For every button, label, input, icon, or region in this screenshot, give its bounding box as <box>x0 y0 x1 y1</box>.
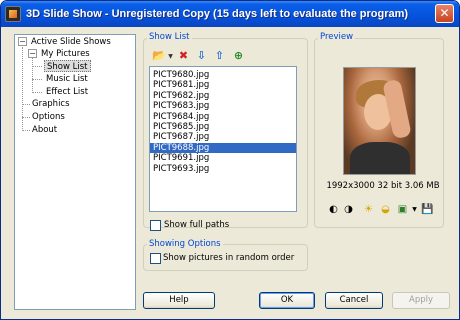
show-full-paths-label: Show full paths <box>164 220 230 230</box>
image-menu-icon[interactable]: ▣ <box>397 204 408 215</box>
chevron-down-icon[interactable]: ▼ <box>164 50 177 63</box>
tree-line <box>22 130 30 131</box>
apply-button[interactable]: Apply <box>392 292 450 309</box>
window-title: 3D Slide Show - Unregistered Copy (15 da… <box>26 8 409 20</box>
list-item[interactable]: PICT9693.jpg <box>150 164 296 174</box>
close-icon: ✕ <box>439 6 450 20</box>
list-item[interactable]: PICT9682.jpg <box>150 91 296 101</box>
rotate-left-icon[interactable]: ◐ <box>328 204 339 215</box>
add-picture-icon[interactable]: ⊕ <box>232 49 245 62</box>
preview-image-shirt <box>350 142 410 174</box>
list-item[interactable]: PICT9691.jpg <box>150 153 296 163</box>
tree-line <box>32 92 42 93</box>
file-list[interactable]: PICT9680.jpg PICT9681.jpg PICT9682.jpg P… <box>149 66 297 212</box>
tree-item-options[interactable]: Options <box>32 111 65 123</box>
show-list-group-label: Show List <box>147 32 192 42</box>
help-button[interactable]: Help <box>143 292 215 309</box>
list-item-selected[interactable]: PICT9688.jpg <box>150 142 296 154</box>
tree-line <box>22 47 23 131</box>
tree-item-about[interactable]: About <box>32 124 57 136</box>
contrast-icon[interactable]: ◒ <box>380 204 391 215</box>
move-down-icon[interactable]: ⇩ <box>195 49 208 62</box>
list-item[interactable]: PICT9681.jpg <box>150 80 296 90</box>
move-up-icon[interactable]: ⇧ <box>213 49 226 62</box>
tree-line <box>32 57 33 93</box>
show-full-paths-checkbox[interactable] <box>150 220 161 231</box>
chevron-down-icon[interactable]: ▼ <box>409 204 420 215</box>
list-item[interactable]: PICT9680.jpg <box>150 70 296 80</box>
list-item[interactable]: PICT9685.jpg <box>150 122 296 132</box>
preview-group-label: Preview <box>318 32 356 42</box>
random-order-checkbox[interactable] <box>150 253 161 264</box>
tree-line <box>22 104 30 105</box>
tree-line <box>22 117 30 118</box>
list-item[interactable]: PICT9687.jpg <box>150 132 296 142</box>
preview-image <box>343 67 416 175</box>
title-bar[interactable]: 3D Slide Show - Unregistered Copy (15 da… <box>1 1 459 27</box>
tree-item-effect-list[interactable]: Effect List <box>46 86 88 98</box>
tree-item-music-list[interactable]: Music List <box>46 73 88 85</box>
ok-button[interactable]: OK <box>259 292 315 309</box>
tree-line <box>32 66 42 67</box>
tree-item-active-slide-shows[interactable]: Active Slide Shows <box>31 36 111 48</box>
tree-item-graphics[interactable]: Graphics <box>32 98 70 110</box>
rotate-right-icon[interactable]: ◑ <box>343 204 354 215</box>
close-button[interactable]: ✕ <box>435 4 454 23</box>
save-icon[interactable]: 💾 <box>421 204 433 215</box>
tree-expander-my-pictures[interactable]: − <box>28 49 37 58</box>
app-icon <box>5 6 21 22</box>
app-window: 3D Slide Show - Unregistered Copy (15 da… <box>0 0 460 320</box>
list-item[interactable]: PICT9683.jpg <box>150 101 296 111</box>
random-order-label: Show pictures in random order <box>163 253 295 263</box>
delete-icon[interactable]: ✖ <box>177 49 190 62</box>
tree-item-my-pictures[interactable]: My Pictures <box>41 48 90 60</box>
showing-options-group-label: Showing Options <box>147 239 223 249</box>
brightness-icon[interactable]: ☀ <box>363 204 374 215</box>
tree-expander-root[interactable]: − <box>18 37 27 46</box>
tree-item-show-list[interactable]: Show List <box>44 60 91 72</box>
list-item[interactable]: PICT9684.jpg <box>150 112 296 122</box>
navigation-tree[interactable]: − Active Slide Shows − My Pictures Show … <box>14 34 136 310</box>
preview-image-info: 1992x3000 32 bit 3.06 MB <box>326 181 440 191</box>
tree-line <box>32 79 42 80</box>
cancel-button[interactable]: Cancel <box>325 292 383 309</box>
